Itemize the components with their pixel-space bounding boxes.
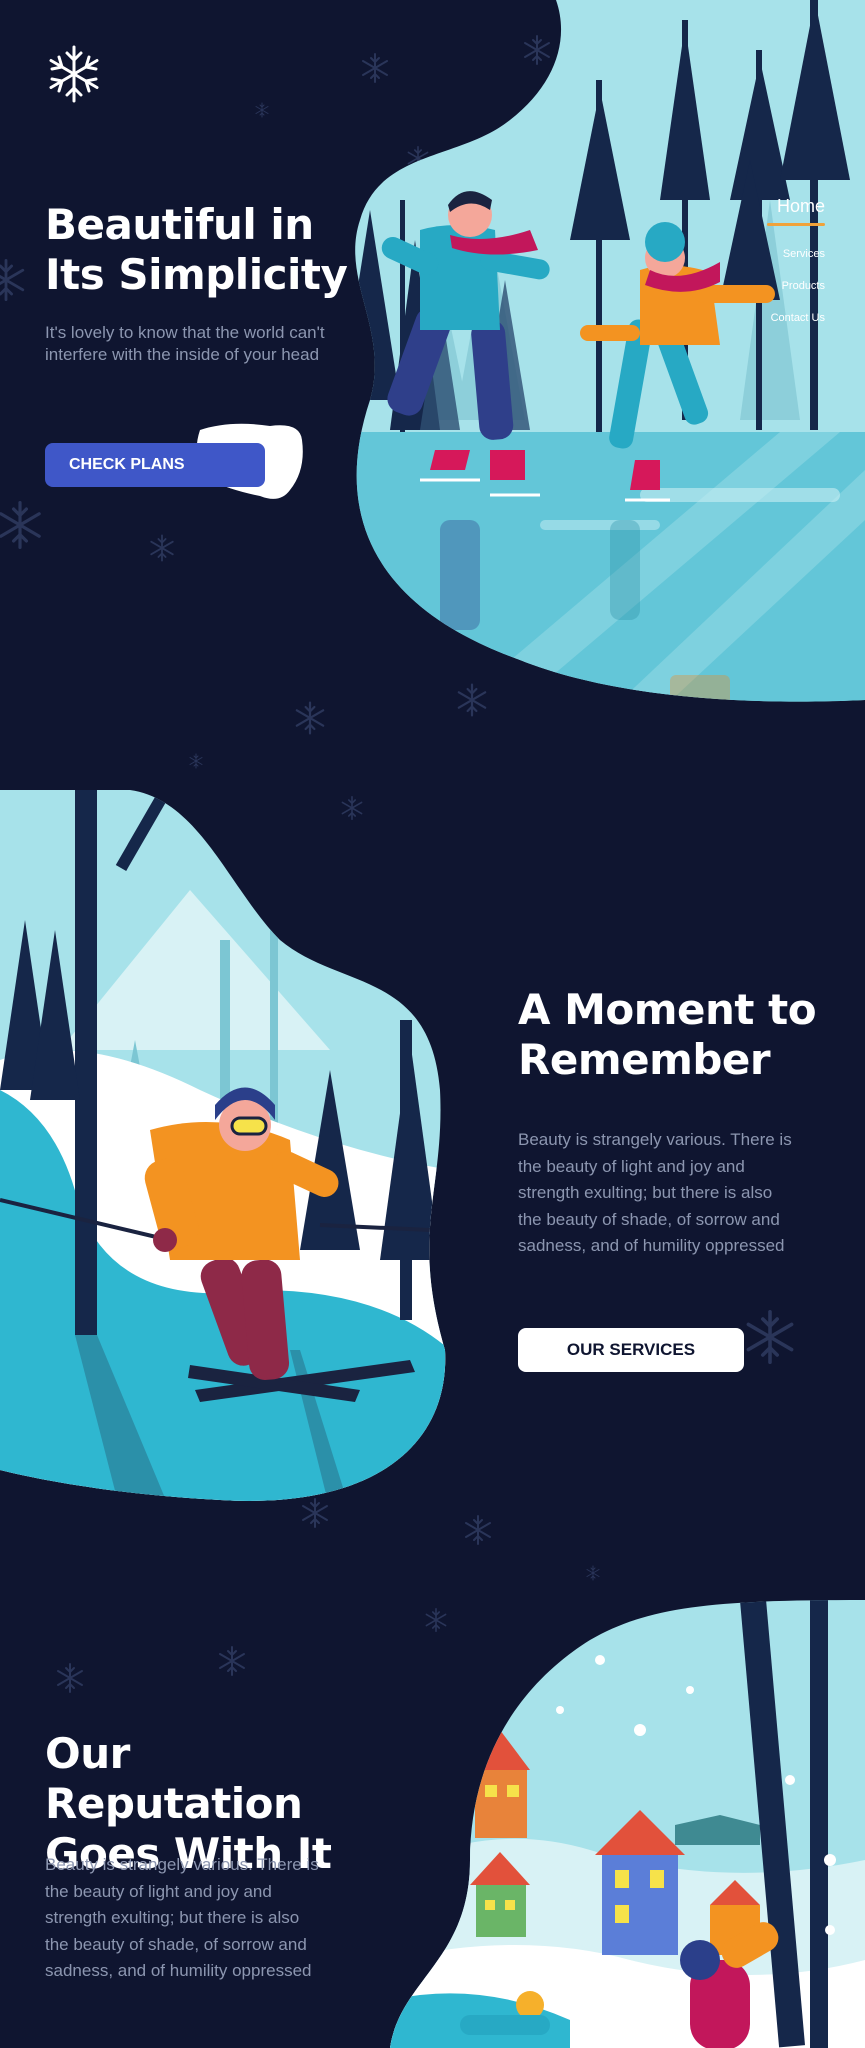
moment-title-line-1: A Moment to	[518, 985, 817, 1034]
main-nav: Home Services Products Contact Us	[685, 196, 825, 324]
hero-title: Beautiful in Its Simplicity	[45, 200, 365, 300]
our-services-button[interactable]: OUR SERVICES	[518, 1328, 744, 1372]
nav-services-link[interactable]: Services	[685, 248, 825, 260]
snowflake-logo-icon[interactable]	[44, 44, 104, 104]
ice-skating-illustration	[355, 0, 865, 702]
moment-paragraph: Beauty is strangely various. There is th…	[518, 1130, 792, 1255]
hero-title-line-1: Beautiful in	[45, 200, 314, 249]
moment-title-line-2: Remember	[518, 1035, 771, 1084]
winter-village-illustration	[390, 1600, 865, 2048]
nav-products-link[interactable]: Products	[685, 280, 825, 292]
nav-contact-link[interactable]: Contact Us	[685, 312, 825, 324]
reputation-title-line-1: Our Reputation	[45, 1729, 303, 1828]
hero-subtitle: It's lovely to know that the world can't…	[45, 323, 325, 364]
skier-illustration	[0, 790, 446, 1501]
reputation-paragraph: Beauty is strangely various. There is th…	[45, 1855, 319, 1980]
moment-title: A Moment to Remember	[518, 985, 818, 1085]
nav-home-link[interactable]: Home	[685, 196, 825, 217]
hero-title-line-2: Its Simplicity	[45, 250, 348, 299]
nav-active-underline	[767, 223, 825, 226]
check-plans-button[interactable]: CHECK PLANS	[45, 443, 265, 487]
